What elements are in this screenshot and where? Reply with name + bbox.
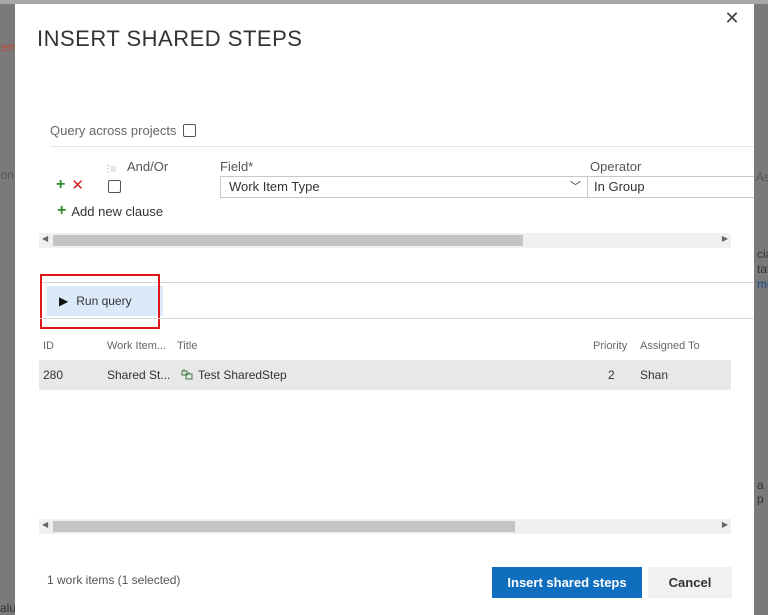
query-horizontal-scrollbar[interactable]: ◀ ▶ [39, 233, 731, 248]
row-priority: 2 [608, 368, 615, 382]
scrollbar-thumb[interactable] [53, 521, 515, 532]
remove-clause-icon[interactable]: ✕ [71, 176, 84, 194]
dialog-title: INSERT SHARED STEPS [37, 26, 303, 51]
row-id: 280 [43, 368, 64, 382]
highlight-annotation-box [40, 274, 160, 329]
field-select-value: Work Item Type [229, 179, 320, 194]
chevron-down-icon[interactable]: ﹀ [570, 178, 581, 194]
results-horizontal-scrollbar[interactable]: ◀ ▶ [39, 519, 731, 534]
column-header-title[interactable]: Title [177, 340, 197, 352]
andor-grouping-icon: ⁝≡ [106, 162, 117, 176]
plus-icon: + [57, 202, 67, 219]
query-across-projects: Query across projects [50, 123, 197, 138]
add-clause-icon[interactable]: + [56, 176, 65, 194]
field-header: Field* [220, 159, 254, 174]
scroll-left-icon[interactable]: ◀ [42, 234, 48, 243]
add-new-clause-label: Add new clause [71, 203, 164, 219]
row-assigned-to: Shan [640, 368, 669, 382]
column-header-work-item-type[interactable]: Work Item... [107, 340, 166, 352]
row-title[interactable]: Test SharedStep [181, 368, 287, 382]
column-header-id[interactable]: ID [43, 340, 54, 352]
scrollbar-thumb[interactable] [53, 235, 523, 246]
divider [50, 146, 754, 147]
andor-header: And/Or [127, 159, 169, 174]
add-new-clause-link[interactable]: + Add new clause [57, 202, 163, 220]
operator-select[interactable]: In Group [587, 176, 754, 198]
close-icon[interactable]: ✕ [724, 9, 740, 27]
column-header-assigned-to[interactable]: Assigned To [640, 340, 700, 352]
clause-select-checkbox[interactable] [108, 180, 121, 193]
column-header-priority[interactable]: Priority [593, 340, 627, 352]
selection-count: 1 work items (1 selected) [47, 573, 181, 587]
scroll-right-icon[interactable]: ▶ [722, 234, 728, 243]
shared-steps-icon [181, 369, 193, 380]
background-text: ciat [757, 247, 768, 261]
scroll-right-icon[interactable]: ▶ [722, 520, 728, 529]
cancel-button[interactable]: Cancel [648, 567, 732, 598]
divider [40, 318, 754, 319]
background-text: alu [0, 601, 17, 615]
operator-select-value: In Group [594, 179, 645, 194]
insert-shared-steps-button[interactable]: Insert shared steps [492, 567, 642, 598]
background-text: a p [757, 478, 764, 506]
background-text: tat [757, 262, 768, 276]
row-title-text: Test SharedStep [198, 368, 287, 382]
operator-header: Operator [590, 159, 642, 174]
clause-row-actions: + ✕ [56, 176, 84, 194]
field-select[interactable]: Work Item Type ﹀ [220, 176, 588, 198]
row-work-item-type: Shared St... [107, 368, 171, 382]
query-across-projects-checkbox[interactable] [183, 124, 197, 137]
background-link: mc [757, 277, 768, 291]
scroll-left-icon[interactable]: ◀ [42, 520, 48, 529]
background-text: ion [0, 168, 15, 182]
table-row[interactable]: 280 Shared St... Test SharedStep 2 Shan [39, 360, 731, 390]
query-across-projects-label: Query across projects [50, 123, 177, 138]
insert-shared-steps-dialog: ✕ INSERT SHARED STEPS Query across proje… [15, 4, 754, 615]
background-text: Ass [756, 170, 768, 184]
